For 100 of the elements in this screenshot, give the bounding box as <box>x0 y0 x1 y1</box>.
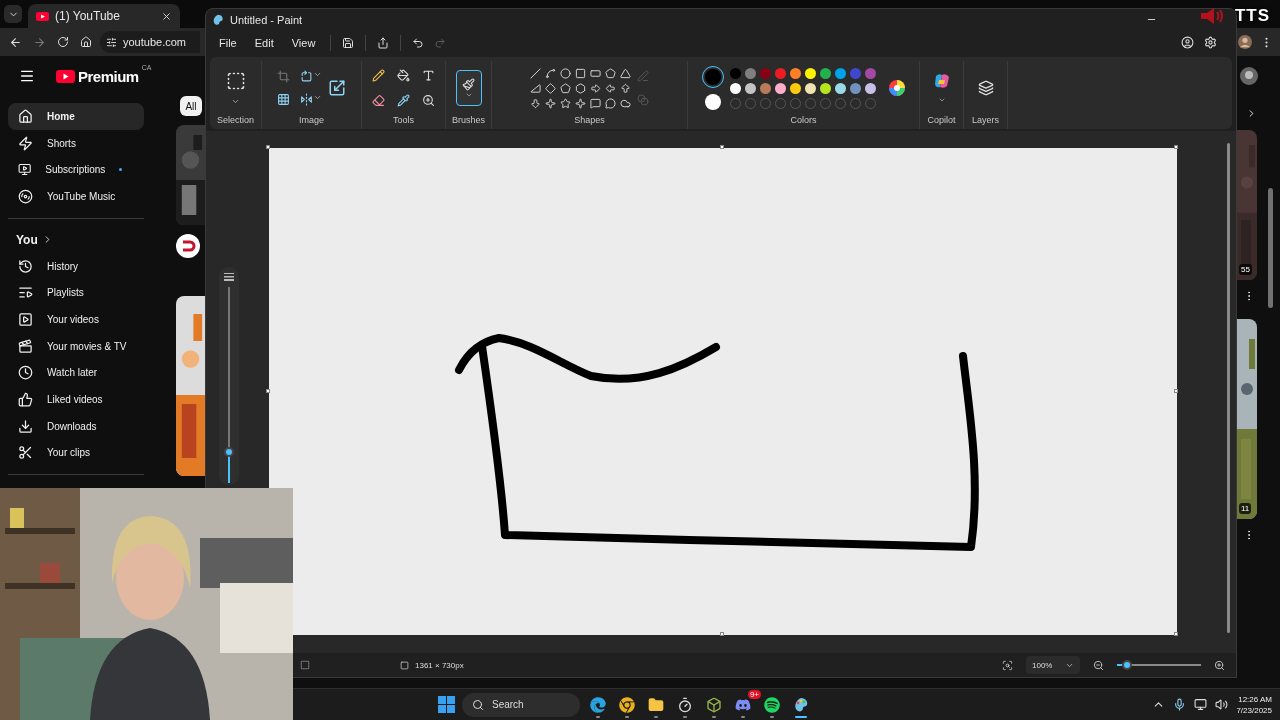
color-swatch[interactable] <box>804 82 816 94</box>
crop-icon[interactable] <box>277 70 290 83</box>
search-field[interactable]: Search <box>462 692 580 717</box>
color-swatch[interactable] <box>849 67 861 79</box>
browser-tab[interactable]: (1) YouTube <box>28 4 180 28</box>
sidebar-item[interactable]: YouTube Music <box>8 183 144 210</box>
oval-icon[interactable] <box>560 67 571 79</box>
cube-icon[interactable] <box>706 696 722 713</box>
caret-icon[interactable] <box>937 96 946 104</box>
sidebar-item[interactable]: Your clips <box>8 439 144 467</box>
slider-thumb[interactable] <box>1122 660 1133 670</box>
color-swatch[interactable] <box>864 82 876 94</box>
four-point-star-icon[interactable] <box>545 97 556 109</box>
star-icon[interactable] <box>560 97 571 109</box>
sidebar-item[interactable]: Subscriptions <box>8 156 144 184</box>
color-swatch[interactable] <box>834 82 846 94</box>
rotate-icon[interactable] <box>300 70 313 83</box>
color-swatch[interactable] <box>744 82 756 94</box>
resize-handle[interactable] <box>1174 632 1178 636</box>
folder-icon[interactable] <box>648 696 664 713</box>
color-swatch[interactable] <box>819 82 831 94</box>
resize-handle[interactable] <box>720 632 724 636</box>
scrollbar-thumb[interactable] <box>1268 188 1273 308</box>
pentagon-icon[interactable] <box>560 82 571 94</box>
secondary-color[interactable] <box>704 94 721 110</box>
brushes-button[interactable] <box>455 70 482 106</box>
section-title[interactable]: You <box>16 232 38 247</box>
flip-icon[interactable] <box>300 93 313 106</box>
right-triangle-icon[interactable] <box>530 82 541 94</box>
hexagon-icon[interactable] <box>575 82 586 94</box>
drawing-canvas[interactable] <box>269 148 1177 635</box>
color-wheel-icon[interactable] <box>887 79 906 97</box>
sidebar-item[interactable]: Your movies & TV <box>8 332 144 360</box>
avatar-icon[interactable] <box>1240 67 1258 85</box>
menu-item[interactable]: File <box>212 33 244 52</box>
filter-chip[interactable]: All <box>180 96 202 116</box>
spotify-icon[interactable] <box>764 696 780 713</box>
color-swatch[interactable] <box>804 67 816 79</box>
tab-list-button[interactable] <box>4 5 22 23</box>
menu-item[interactable]: Edit <box>247 33 281 52</box>
color-swatch[interactable] <box>819 67 831 79</box>
line-icon[interactable] <box>530 67 541 79</box>
timer-icon[interactable] <box>677 696 693 713</box>
rectangle-callout-icon[interactable] <box>590 97 601 109</box>
resize-handle[interactable] <box>1174 145 1178 149</box>
color-swatch[interactable] <box>729 67 741 79</box>
sidebar-item[interactable]: Downloads <box>8 412 144 440</box>
resize-handle[interactable] <box>266 145 270 149</box>
color-swatch[interactable] <box>744 67 756 79</box>
color-swatch[interactable] <box>789 67 801 79</box>
text-icon[interactable] <box>422 69 435 82</box>
chrome-icon[interactable] <box>619 696 635 713</box>
sidebar-item[interactable]: Playlists <box>8 279 144 307</box>
account-button[interactable] <box>1178 33 1197 52</box>
color-swatch[interactable] <box>789 82 801 94</box>
layers-icon[interactable] <box>977 80 994 96</box>
resize-handle[interactable] <box>720 145 724 149</box>
eraser-icon[interactable] <box>372 94 385 107</box>
color-swatch[interactable] <box>849 82 861 94</box>
right-arrow-icon[interactable] <box>590 82 601 94</box>
down-arrow-icon[interactable] <box>530 97 541 109</box>
rectangle-icon[interactable] <box>575 67 586 79</box>
slider-thumb[interactable] <box>224 446 234 457</box>
speaker-icon[interactable] <box>1215 698 1229 711</box>
sidebar-item[interactable]: Your videos <box>8 306 144 333</box>
microphone-icon[interactable] <box>1173 698 1187 711</box>
pencil-icon[interactable] <box>372 69 385 82</box>
caret-icon[interactable] <box>313 70 322 79</box>
primary-color[interactable] <box>704 69 721 85</box>
sidebar-item[interactable]: Home <box>8 103 144 130</box>
address-field[interactable]: youtube.com <box>100 31 200 53</box>
diamond-icon[interactable] <box>545 82 556 94</box>
color-swatch[interactable] <box>729 82 741 94</box>
menu-item[interactable]: View <box>284 33 323 52</box>
color-picker-icon[interactable] <box>397 94 410 107</box>
palette-icon[interactable] <box>793 696 809 713</box>
resize-icon[interactable] <box>328 79 346 97</box>
discord-icon[interactable] <box>735 696 751 713</box>
brush-size-slider[interactable] <box>219 267 239 485</box>
triangle-icon[interactable] <box>620 67 631 79</box>
channel-avatar[interactable] <box>176 234 200 258</box>
color-swatch[interactable] <box>774 82 786 94</box>
caret-icon[interactable] <box>313 93 322 102</box>
color-swatch[interactable] <box>864 67 876 79</box>
left-arrow-icon[interactable] <box>605 82 616 94</box>
sidebar-item[interactable]: Watch later <box>8 359 144 387</box>
sidebar-item[interactable]: Liked videos <box>8 386 144 413</box>
up-arrow-icon[interactable] <box>620 82 631 94</box>
windows-icon[interactable] <box>438 696 455 713</box>
fill-bucket-icon[interactable] <box>397 69 410 82</box>
sidebar-item[interactable]: Shorts <box>8 129 144 157</box>
oval-callout-icon[interactable] <box>605 97 616 109</box>
monitor-icon[interactable] <box>1194 698 1208 711</box>
color-swatch[interactable] <box>759 67 771 79</box>
resize-handle[interactable] <box>266 389 270 393</box>
zoom-dropdown[interactable]: 100% <box>1026 656 1080 674</box>
avatar-icon[interactable] <box>1238 35 1252 49</box>
cloud-callout-icon[interactable] <box>620 97 631 109</box>
sidebar-item[interactable]: History <box>8 252 144 280</box>
rounded-rectangle-icon[interactable] <box>590 67 601 79</box>
